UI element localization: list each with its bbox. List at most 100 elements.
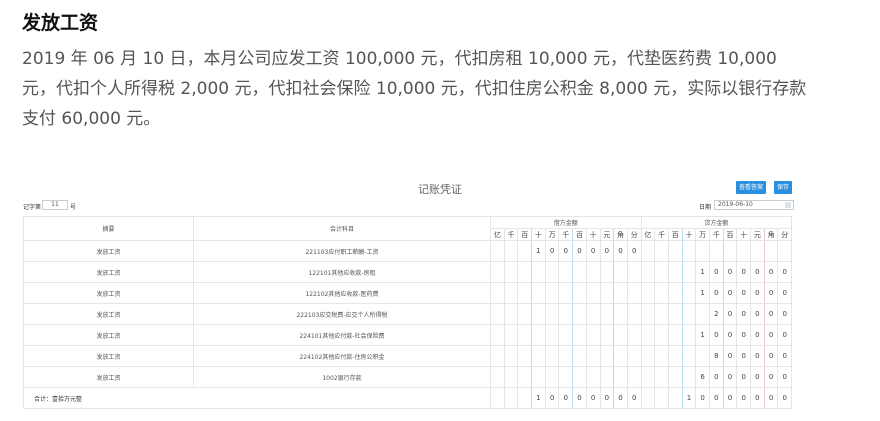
debit-digit[interactable] — [531, 345, 546, 367]
debit-digit[interactable] — [544, 303, 560, 325]
total-credit-digit[interactable]: 0 — [736, 387, 752, 409]
debit-digit[interactable] — [531, 282, 546, 304]
summary-cell[interactable]: 发放工资 — [23, 345, 194, 367]
credit-digit[interactable] — [681, 324, 697, 346]
debit-digit[interactable] — [558, 282, 574, 304]
credit-digit[interactable]: 0 — [763, 261, 779, 283]
credit-digit[interactable]: 0 — [763, 324, 779, 346]
debit-digit[interactable] — [599, 261, 615, 283]
debit-digit[interactable]: 0 — [599, 240, 615, 262]
debit-digit[interactable] — [558, 303, 574, 325]
total-debit-digit[interactable]: 0 — [572, 387, 587, 409]
debit-digit[interactable] — [626, 261, 642, 283]
credit-digit[interactable]: 0 — [763, 282, 779, 304]
debit-digit[interactable]: 0 — [585, 240, 601, 262]
credit-digit[interactable]: 0 — [722, 366, 738, 388]
debit-digit[interactable] — [585, 261, 601, 283]
debit-digit[interactable]: 0 — [613, 240, 628, 262]
total-credit-digit[interactable] — [667, 387, 683, 409]
credit-digit[interactable]: 0 — [777, 345, 793, 367]
credit-digit[interactable]: 0 — [736, 345, 752, 367]
credit-digit[interactable]: 0 — [763, 366, 779, 388]
account-cell[interactable]: 221103应付职工薪酬-工资 — [193, 240, 491, 262]
debit-digit[interactable] — [490, 345, 505, 367]
credit-digit[interactable]: 1 — [695, 324, 710, 346]
credit-digit[interactable] — [667, 240, 683, 262]
credit-digit[interactable]: 0 — [736, 303, 752, 325]
total-debit-digit[interactable]: 0 — [544, 387, 560, 409]
credit-digit[interactable]: 1 — [695, 282, 710, 304]
debit-digit[interactable] — [490, 240, 505, 262]
credit-digit[interactable]: 0 — [750, 345, 765, 367]
debit-digit[interactable] — [517, 345, 533, 367]
debit-digit[interactable] — [613, 261, 628, 283]
credit-digit[interactable]: 0 — [777, 324, 793, 346]
summary-cell[interactable]: 发放工资 — [23, 366, 194, 388]
debit-digit[interactable] — [613, 366, 628, 388]
view-answer-button[interactable]: 查看答案 — [736, 181, 767, 194]
credit-digit[interactable] — [736, 240, 752, 262]
debit-digit[interactable] — [544, 261, 560, 283]
debit-digit[interactable] — [585, 303, 601, 325]
debit-digit[interactable] — [599, 324, 615, 346]
debit-digit[interactable] — [599, 282, 615, 304]
credit-digit[interactable] — [654, 345, 669, 367]
credit-digit[interactable] — [750, 240, 765, 262]
credit-digit[interactable]: 0 — [709, 261, 724, 283]
credit-digit[interactable]: 0 — [736, 324, 752, 346]
debit-digit[interactable] — [490, 366, 505, 388]
debit-digit[interactable] — [503, 324, 519, 346]
debit-digit[interactable]: 0 — [544, 240, 560, 262]
debit-digit[interactable] — [613, 345, 628, 367]
debit-digit[interactable] — [572, 324, 587, 346]
debit-digit[interactable] — [558, 345, 574, 367]
calendar-icon[interactable] — [785, 202, 791, 208]
credit-digit[interactable] — [667, 261, 683, 283]
credit-digit[interactable]: 0 — [722, 261, 738, 283]
credit-digit[interactable] — [640, 261, 656, 283]
debit-digit[interactable] — [558, 261, 574, 283]
credit-digit[interactable]: 0 — [750, 366, 765, 388]
credit-digit[interactable] — [640, 282, 656, 304]
credit-digit[interactable] — [654, 366, 669, 388]
debit-digit[interactable] — [572, 366, 587, 388]
debit-digit[interactable] — [613, 282, 628, 304]
debit-digit[interactable] — [531, 324, 546, 346]
credit-digit[interactable] — [640, 345, 656, 367]
summary-cell[interactable]: 发放工资 — [23, 303, 194, 325]
debit-digit[interactable] — [585, 345, 601, 367]
credit-digit[interactable] — [654, 261, 669, 283]
debit-digit[interactable] — [517, 240, 533, 262]
debit-digit[interactable] — [517, 366, 533, 388]
credit-digit[interactable]: 0 — [709, 366, 724, 388]
total-debit-digit[interactable]: 0 — [613, 387, 628, 409]
credit-digit[interactable] — [654, 324, 669, 346]
credit-digit[interactable] — [681, 240, 697, 262]
total-credit-digit[interactable]: 0 — [750, 387, 765, 409]
total-debit-digit[interactable]: 1 — [531, 387, 546, 409]
debit-digit[interactable] — [544, 282, 560, 304]
account-cell[interactable]: 122101其他应收款-房租 — [193, 261, 491, 283]
total-credit-digit[interactable] — [640, 387, 656, 409]
credit-digit[interactable]: 0 — [736, 282, 752, 304]
credit-digit[interactable]: 0 — [722, 282, 738, 304]
debit-digit[interactable] — [558, 324, 574, 346]
total-credit-digit[interactable]: 0 — [777, 387, 793, 409]
credit-digit[interactable] — [654, 282, 669, 304]
account-cell[interactable]: 1002银行存款 — [193, 366, 491, 388]
summary-cell[interactable]: 发放工资 — [23, 324, 194, 346]
credit-digit[interactable] — [667, 303, 683, 325]
debit-digit[interactable] — [626, 345, 642, 367]
total-credit-digit[interactable]: 0 — [695, 387, 710, 409]
account-cell[interactable]: 224102其他应付款-住房公积金 — [193, 345, 491, 367]
debit-digit[interactable] — [517, 324, 533, 346]
debit-digit[interactable] — [585, 324, 601, 346]
account-cell[interactable]: 122102其他应收款-医药费 — [193, 282, 491, 304]
save-button[interactable]: 保存 — [774, 181, 793, 194]
debit-digit[interactable]: 0 — [572, 240, 587, 262]
credit-digit[interactable]: 0 — [722, 303, 738, 325]
credit-digit[interactable]: 1 — [695, 261, 710, 283]
credit-digit[interactable] — [667, 345, 683, 367]
credit-digit[interactable] — [667, 366, 683, 388]
total-debit-digit[interactable] — [517, 387, 533, 409]
